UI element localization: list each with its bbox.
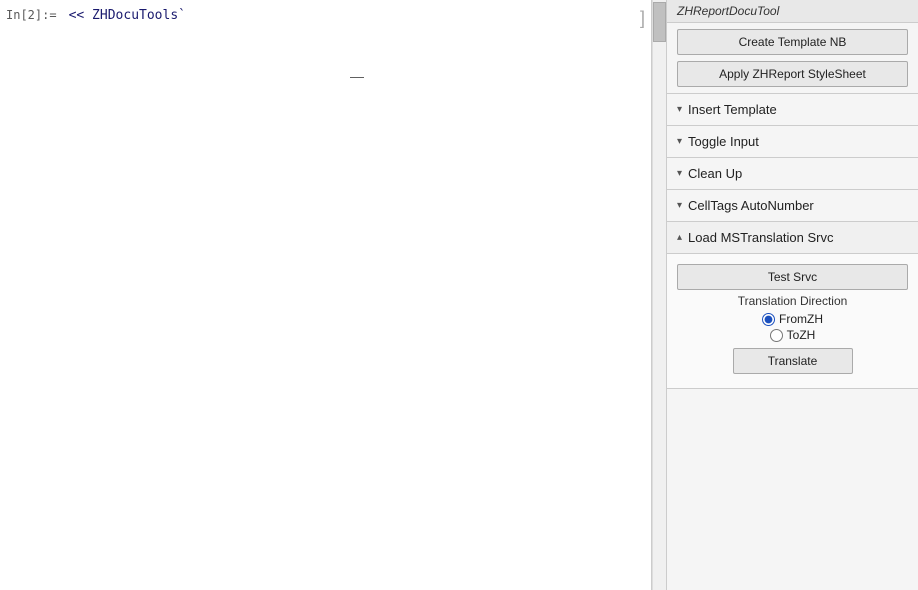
clean-up-label: Clean Up [688,166,742,181]
insert-template-header[interactable]: ▾ Insert Template [667,94,918,126]
celltags-chevron: ▾ [677,200,682,211]
from-zh-radio-label[interactable]: FromZH [762,312,823,326]
sidebar: ZHReportDocuTool Create Template NB Appl… [666,0,918,590]
toggle-input-chevron: ▾ [677,136,682,147]
cell-bracket: ] [640,8,645,29]
to-zh-radio-label[interactable]: ToZH [770,328,816,342]
to-zh-radio[interactable] [770,329,783,342]
scrollbar-thumb[interactable] [653,2,666,42]
clean-up-header[interactable]: ▾ Clean Up [667,158,918,190]
create-template-nb-button[interactable]: Create Template NB [677,29,908,55]
celltags-label: CellTags AutoNumber [688,198,814,213]
to-zh-radio-text: ToZH [787,328,816,342]
celltags-header[interactable]: ▾ CellTags AutoNumber [667,190,918,222]
notebook-area: In[2]:= << ZHDocuTools` ] — [0,0,652,590]
notebook-scrollbar[interactable] [652,0,666,590]
cursor-indicator: — [350,68,364,84]
from-zh-radio-text: FromZH [779,312,823,326]
from-zh-radio[interactable] [762,313,775,326]
cell-content[interactable]: << ZHDocuTools` [63,4,651,27]
translate-btn-row: Translate [677,348,908,378]
cell-label: In[2]:= [0,4,63,26]
load-mstranslation-chevron: ▴ [677,232,682,243]
apply-stylesheet-button[interactable]: Apply ZHReport StyleSheet [677,61,908,87]
clean-up-chevron: ▾ [677,168,682,179]
sidebar-top-buttons: Create Template NB Apply ZHReport StyleS… [667,23,918,94]
load-mstranslation-label: Load MSTranslation Srvc [688,230,833,245]
load-mstranslation-header[interactable]: ▴ Load MSTranslation Srvc [667,222,918,254]
translation-section-body: Test Srvc Translation Direction FromZH T… [667,254,918,389]
toggle-input-header[interactable]: ▾ Toggle Input [667,126,918,158]
insert-template-chevron: ▾ [677,104,682,115]
insert-template-label: Insert Template [688,102,777,117]
translation-radio-group: FromZH ToZH [677,312,908,342]
toggle-input-label: Toggle Input [688,134,759,149]
translation-direction-label: Translation Direction [677,294,908,308]
test-srvc-button[interactable]: Test Srvc [677,264,908,290]
sidebar-title: ZHReportDocuTool [667,0,918,23]
translate-button[interactable]: Translate [733,348,853,374]
cell-row: In[2]:= << ZHDocuTools` ] [0,0,651,31]
